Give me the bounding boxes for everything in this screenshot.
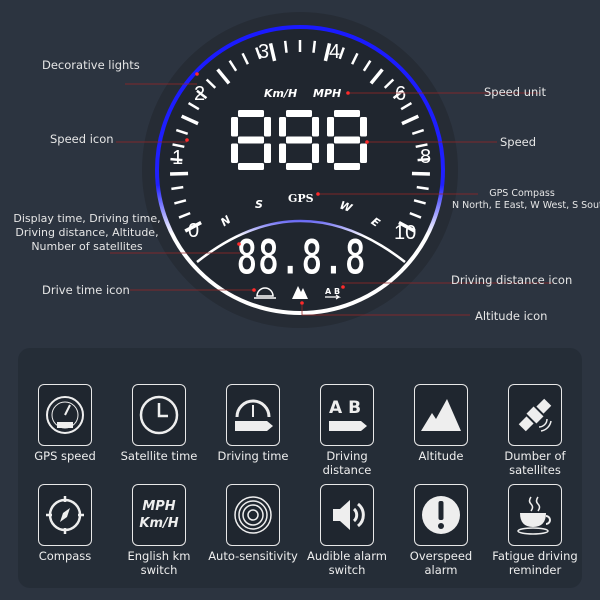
sensor-icon [226,484,280,546]
feature-label: Driving distance [322,449,372,477]
scale-label: 6 [395,83,406,105]
digit-segment [231,117,238,137]
feature-item: Satellite time [114,384,204,463]
feature-item: Dumber of satellites [490,384,580,477]
gps-label: GPS [288,192,314,205]
digit-segment [312,117,319,137]
label-speed-icon: Speed icon [50,132,114,146]
label-display-info: Display time, Driving time, Driving dist… [12,212,162,254]
feature-item: A B Driving distance [302,384,392,477]
mph-text: MPH [142,499,176,514]
feature-item: Driving time [208,384,298,463]
feature-label: Auto-sensitivity [208,549,298,563]
feature-item: Fatigue driving reminder [490,484,580,577]
scale-label: 10 [394,222,416,244]
digit-segment [286,163,312,170]
feature-item: GPS speed [20,384,110,463]
digit-segment [279,117,286,137]
label-gps-compass: GPS Compass N North, E East, W West, S S… [452,188,600,212]
feature-item: Audible alarm switch [302,484,392,577]
feature-label: Fatigue driving reminder [492,549,578,577]
feature-item: Compass [20,484,110,563]
label-altitude-icon: Altitude icon [475,309,548,323]
digit-segment [334,163,360,170]
speedometer-icon [38,384,92,446]
feature-label: Altitude [418,449,464,463]
tick-mark [411,171,430,176]
feature-label: Audible alarm switch [307,549,387,577]
unit-kmh: Km/H [264,87,297,100]
clock-icon [132,384,186,446]
feature-item: Auto-sensitivity [208,484,298,563]
digit-segment [264,117,271,137]
digit-segment [286,110,312,117]
tick-mark [416,185,429,191]
feature-label: Driving time [217,449,289,463]
speaker-icon [320,484,374,546]
label-drive-time-icon: Drive time icon [42,283,130,297]
ab-distance-icon: A B [320,384,374,446]
feature-label: Overspeed alarm [409,549,473,577]
gps-compass-title: GPS Compass [489,188,555,199]
satellite-icon [508,384,562,446]
distance-small-icon: A B [325,287,341,300]
tick-mark [170,171,189,176]
digit-segment [327,117,334,137]
feature-label: English km switch [127,549,191,577]
gps-compass-desc: N North, E East, W West, S South [452,200,600,211]
drive-time-icon [226,384,280,446]
scale-label: 2 [194,83,205,105]
digit-segment [360,143,367,163]
label-speed: Speed [500,135,537,149]
display-line: Number of satellites [31,240,143,253]
tick-mark [312,40,317,53]
feature-item: Altitude [396,384,486,463]
display-line: Driving distance, Altitude, [15,226,159,239]
feature-label: Compass [38,549,92,563]
coffee-cup-icon [508,484,562,546]
scale-label: 3 [258,41,269,63]
digit-segment [334,110,360,117]
display-line: Display time, Driving time, [13,212,161,225]
scale-label: 0 [188,220,199,242]
feature-label: GPS speed [34,449,96,463]
svg-text:A B: A B [329,398,361,418]
tick-mark [171,185,184,191]
feature-label: Dumber of satellites [504,449,566,477]
info-display: 88.8.8 [236,230,366,286]
feature-item: MPH Km/H English km switch [114,484,204,577]
compass-icon [38,484,92,546]
digit-segment [360,117,367,137]
unit-mph: MPH [313,87,341,100]
label-driving-distance-icon: Driving distance icon [451,273,573,287]
digit-segment [231,143,238,163]
digit-segment [238,163,264,170]
digit-segment [279,143,286,163]
feature-item: Overspeed alarm [396,484,486,577]
svg-text:A B: A B [325,287,340,296]
digit-segment [334,136,360,144]
label-decorative-lights: Decorative lights [42,58,140,72]
tick-mark [283,40,288,53]
digit-segment [327,143,334,163]
label-speed-unit: Speed unit [484,85,546,99]
compass-s: S [255,198,263,211]
kmh-text: Km/H [139,516,179,531]
alert-icon [414,484,468,546]
scale-label: 1 [172,147,183,169]
unit-switch-icon: MPH Km/H [132,484,186,546]
scale-label: 4 [329,41,340,63]
digit-segment [238,110,264,117]
mountain-icon [414,384,468,446]
digit-segment [312,143,319,163]
digit-segment [238,136,264,144]
digit-segment [264,143,271,163]
digit-segment [286,136,312,144]
scale-label: 8 [420,146,431,168]
feature-label: Satellite time [120,449,198,463]
